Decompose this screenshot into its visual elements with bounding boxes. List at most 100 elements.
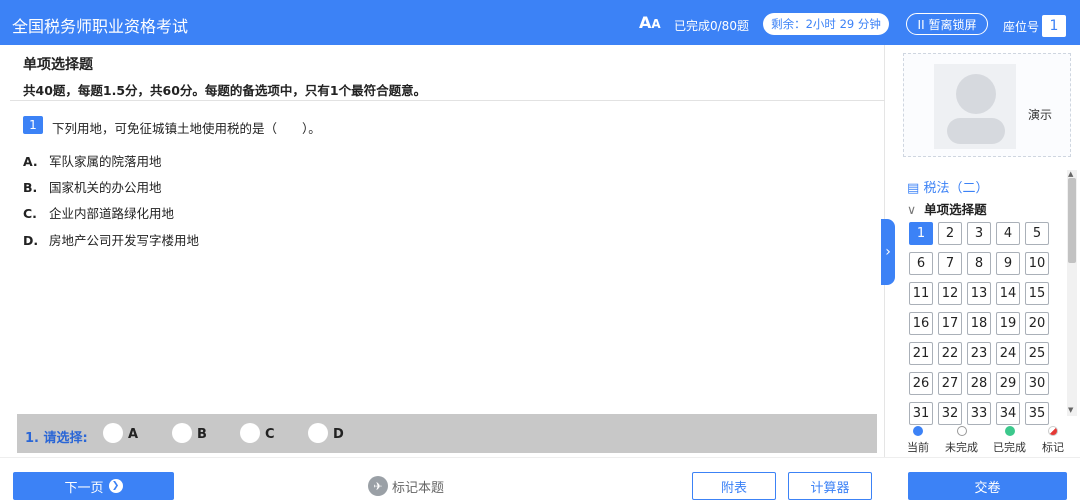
avatar-head-icon <box>956 74 996 114</box>
bottom-bar: 下一页 ❯ ✈ 标记本题 附表 计算器 交卷 <box>0 457 1080 503</box>
legend-completed: 已完成 <box>993 426 1026 455</box>
question-nav-6[interactable]: 6 <box>909 252 933 275</box>
legend-incomplete-dot <box>956 426 967 436</box>
legend-incomplete: 未完成 <box>945 426 978 455</box>
option-b[interactable]: B. 国家机关的办公用地 <box>23 177 162 196</box>
section-description: 共40题，每题1.5分，共60分。每题的备选项中，只有1个最符合题意。 <box>23 83 427 98</box>
font-size-icon[interactable]: AA <box>639 13 661 32</box>
radio-a[interactable] <box>103 423 123 443</box>
section-title: 单项选择题 <box>23 57 93 73</box>
scroll-down-icon[interactable]: ▼ <box>1068 406 1073 414</box>
question-nav-26[interactable]: 26 <box>909 372 933 395</box>
chevron-right-icon: › <box>885 244 891 260</box>
arrow-right-icon: ❯ <box>108 479 123 493</box>
option-text: 国家机关的办公用地 <box>49 180 162 195</box>
document-icon: ▤ <box>907 181 920 196</box>
legend-label: 未完成 <box>945 441 978 454</box>
mark-question-button[interactable]: ✈ 标记本题 <box>368 476 444 496</box>
legend-current-dot <box>913 426 923 436</box>
question-nav-33[interactable]: 33 <box>967 402 991 425</box>
question-nav-20[interactable]: 20 <box>1025 312 1049 335</box>
question-nav-2[interactable]: 2 <box>938 222 962 245</box>
question-panel: 单项选择题 共40题，每题1.5分，共60分。每题的备选项中，只有1个最符合题意… <box>10 45 885 457</box>
option-c[interactable]: C. 企业内部道路绿化用地 <box>23 203 174 222</box>
question-nav-22[interactable]: 22 <box>938 342 962 365</box>
collapse-sidebar-button[interactable]: › <box>881 219 895 285</box>
legend-completed-dot <box>1004 426 1015 436</box>
question-nav-23[interactable]: 23 <box>967 342 991 365</box>
question-nav-14[interactable]: 14 <box>996 282 1020 305</box>
next-page-label: 下一页 <box>64 480 104 496</box>
next-page-button[interactable]: 下一页 ❯ <box>13 472 174 500</box>
appendix-button[interactable]: 附表 <box>692 472 776 500</box>
legend-marked: 标记 <box>1042 426 1064 455</box>
question-nav-21[interactable]: 21 <box>909 342 933 365</box>
question-nav-18[interactable]: 18 <box>967 312 991 335</box>
question-nav-16[interactable]: 16 <box>909 312 933 335</box>
legend-label: 当前 <box>907 441 929 454</box>
question-nav-11[interactable]: 11 <box>909 282 933 305</box>
question-nav-32[interactable]: 32 <box>938 402 962 425</box>
question-nav-17[interactable]: 17 <box>938 312 962 335</box>
question-nav-34[interactable]: 34 <box>996 402 1020 425</box>
question-nav-27[interactable]: 27 <box>938 372 962 395</box>
question-nav-3[interactable]: 3 <box>967 222 991 245</box>
question-nav-7[interactable]: 7 <box>938 252 962 275</box>
mark-question-label: 标记本题 <box>392 480 445 496</box>
radio-b[interactable] <box>172 423 192 443</box>
question-group-header[interactable]: ∨ 单项选择题 <box>907 199 987 218</box>
progress-text: 已完成0/80题 <box>674 19 749 33</box>
chevron-down-icon: ∨ <box>907 202 917 217</box>
subject-label: 税法（二） <box>923 181 989 196</box>
submit-exam-button[interactable]: 交卷 <box>908 472 1067 500</box>
question-nav-19[interactable]: 19 <box>996 312 1020 335</box>
question-nav-10[interactable]: 10 <box>1025 252 1049 275</box>
radio-c[interactable] <box>240 423 260 443</box>
divider <box>10 100 885 101</box>
calculator-button[interactable]: 计算器 <box>788 472 872 500</box>
radio-c-label[interactable]: C <box>265 427 275 442</box>
seat-number: 1 <box>1042 15 1066 37</box>
app-title: 全国税务师职业资格考试 <box>12 17 189 36</box>
question-nav-5[interactable]: 5 <box>1025 222 1049 245</box>
question-nav-12[interactable]: 12 <box>938 282 962 305</box>
question-grid: 1 2 3 4 5 6 7 8 9 10 11 12 13 14 15 16 17 18 19 20 21 22 23 24 2… <box>909 222 1069 427</box>
radio-d[interactable] <box>308 423 328 443</box>
pause-lock-button[interactable]: II 暂离锁屏 <box>906 13 988 35</box>
question-nav-35[interactable]: 35 <box>1025 402 1049 425</box>
option-letter: B. <box>23 180 38 195</box>
scroll-up-icon[interactable]: ▲ <box>1068 170 1073 178</box>
option-a[interactable]: A. 军队家属的院落用地 <box>23 151 162 170</box>
question-nav-31[interactable]: 31 <box>909 402 933 425</box>
avatar <box>934 64 1016 149</box>
radio-b-label[interactable]: B <box>197 427 207 442</box>
option-d[interactable]: D. 房地产公司开发写字楼用地 <box>23 230 199 249</box>
question-nav-24[interactable]: 24 <box>996 342 1020 365</box>
side-panel: 演示 ▤ 税法（二） ∨ 单项选择题 1 2 3 4 5 6 7 8 9 10 11 12 13 14 15 1… <box>895 45 1080 457</box>
candidate-name: 演示 <box>1028 108 1053 122</box>
question-nav-29[interactable]: 29 <box>996 372 1020 395</box>
radio-d-label[interactable]: D <box>333 427 344 442</box>
avatar-body-icon <box>947 118 1005 144</box>
pin-icon: ✈ <box>368 476 388 496</box>
top-bar: 全国税务师职业资格考试 AA 已完成0/80题 剩余：2小时 29 分钟 II … <box>0 0 1080 45</box>
question-nav-1[interactable]: 1 <box>909 222 933 245</box>
question-nav-28[interactable]: 28 <box>967 372 991 395</box>
question-nav-25[interactable]: 25 <box>1025 342 1049 365</box>
answer-bar: 1. 请选择: A B C D <box>17 414 877 453</box>
radio-a-label[interactable]: A <box>128 427 138 442</box>
question-nav-30[interactable]: 30 <box>1025 372 1049 395</box>
legend-marked-dot <box>1048 426 1058 436</box>
legend-label: 标记 <box>1042 441 1064 454</box>
question-nav-8[interactable]: 8 <box>967 252 991 275</box>
legend-label: 已完成 <box>993 441 1026 454</box>
question-nav-9[interactable]: 9 <box>996 252 1020 275</box>
question-number-badge: 1 <box>23 116 43 134</box>
question-nav-13[interactable]: 13 <box>967 282 991 305</box>
scroll-thumb[interactable] <box>1068 178 1076 263</box>
question-nav-4[interactable]: 4 <box>996 222 1020 245</box>
sidebar-scrollbar[interactable]: ▲ ▼ <box>1067 170 1077 416</box>
option-text: 房地产公司开发写字楼用地 <box>49 233 200 248</box>
group-label: 单项选择题 <box>924 202 987 217</box>
question-nav-15[interactable]: 15 <box>1025 282 1049 305</box>
